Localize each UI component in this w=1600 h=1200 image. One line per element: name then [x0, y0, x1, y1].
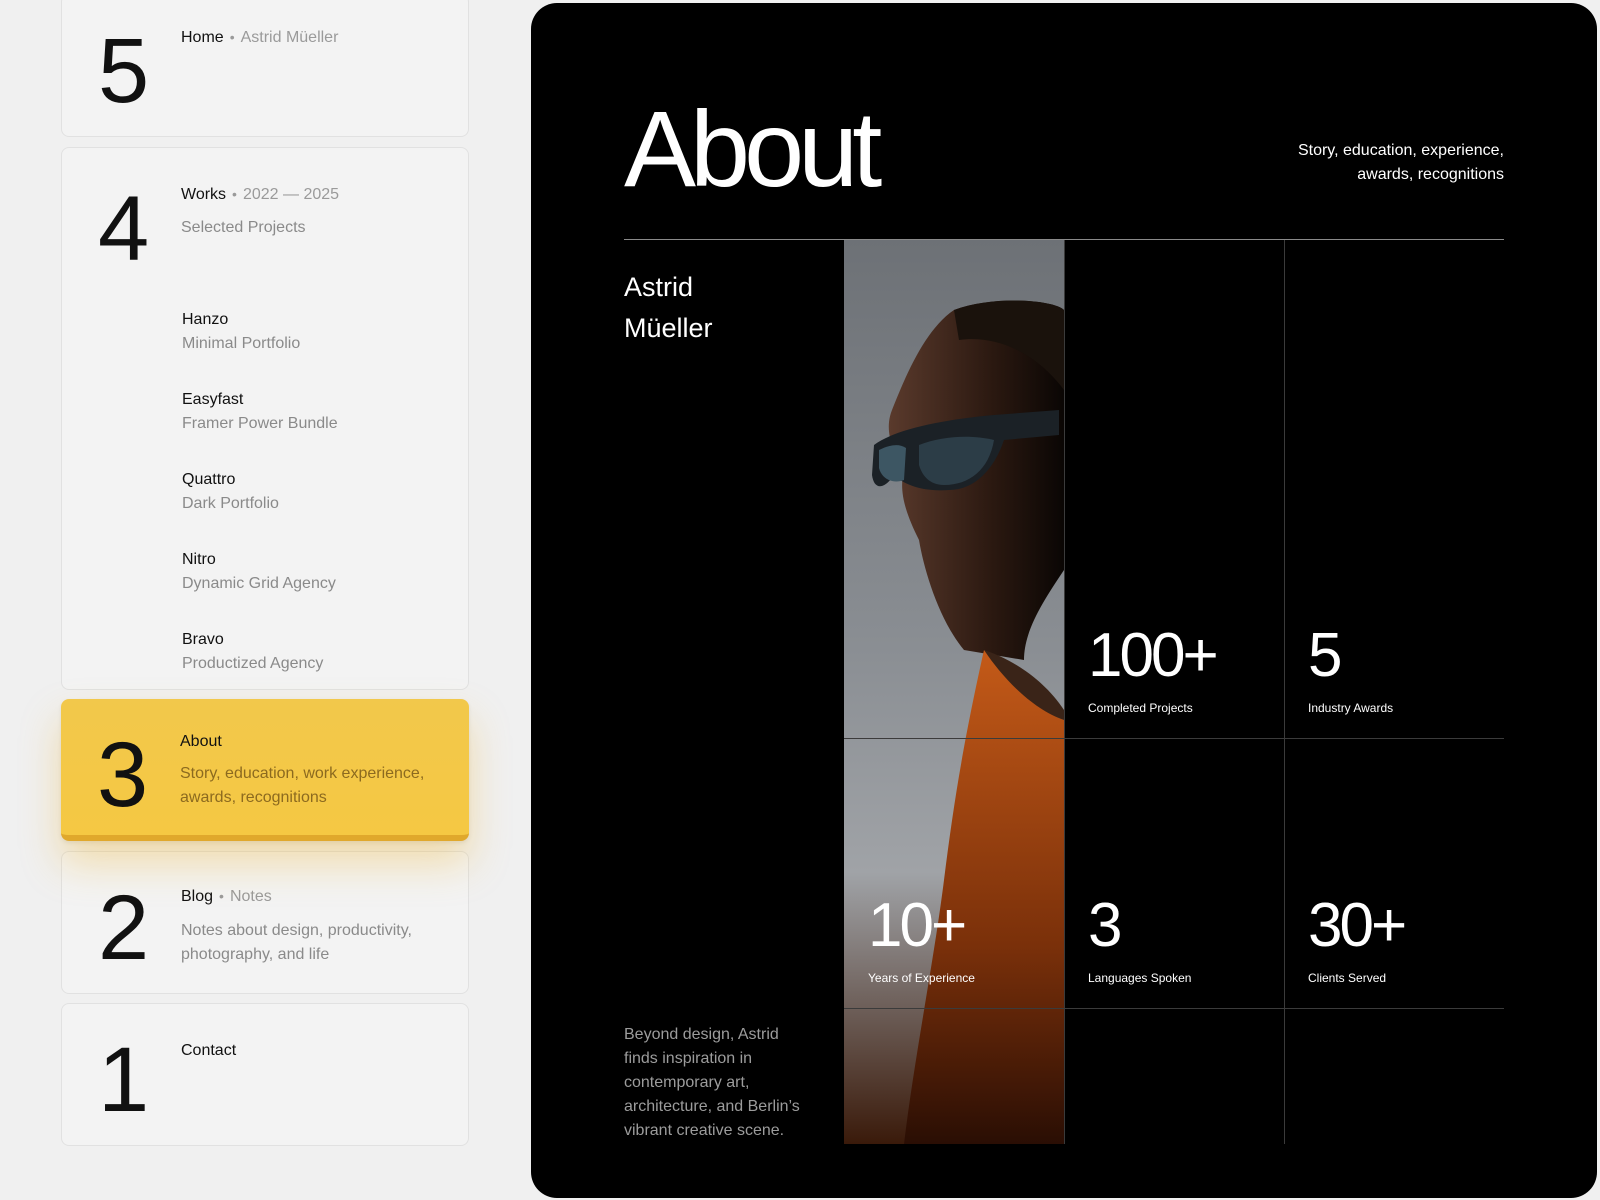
nav-meta: Notes	[229, 888, 272, 905]
separator-dot: •	[229, 29, 235, 45]
project-desc: Minimal Portfolio	[182, 335, 301, 352]
grid-line	[844, 738, 1504, 739]
nav-card-contact[interactable]: 1 Contact	[61, 1003, 469, 1146]
stat-label: Industry Awards	[1308, 701, 1394, 715]
nav-number: 5	[98, 20, 149, 122]
project-name: Quattro	[182, 471, 236, 488]
nav-number: 4	[98, 178, 149, 280]
project-desc: Dark Portfolio	[182, 495, 279, 512]
bio-text: Beyond design, Astrid finds inspiration …	[624, 1026, 800, 1139]
project-link-nitro[interactable]: Nitro Dynamic Grid Agency	[182, 548, 336, 596]
project-link-bravo[interactable]: Bravo Productized Agency	[182, 628, 323, 676]
project-link-easyfast[interactable]: Easyfast Framer Power Bundle	[182, 388, 338, 436]
stat-clients-served: 30+ Clients Served	[1308, 891, 1407, 986]
project-name: Bravo	[182, 631, 224, 648]
project-desc: Productized Agency	[182, 655, 324, 672]
stat-label: Completed Projects	[1088, 701, 1193, 715]
nav-card-home[interactable]: 5 Home • Astrid Müeller	[61, 0, 469, 137]
nav-number: 3	[97, 724, 148, 826]
person-name: Astrid Müeller	[624, 267, 804, 349]
nav-title: Blog	[181, 888, 214, 905]
nav-heading: Works • 2022 — 2025	[181, 186, 339, 204]
nav-desc: Notes about design, productivity, photog…	[181, 922, 412, 963]
nav-heading: Blog • Notes	[181, 888, 272, 906]
project-desc: Framer Power Bundle	[182, 415, 338, 432]
nav-title: Works	[181, 186, 227, 203]
stat-languages-spoken: 3 Languages Spoken	[1088, 891, 1192, 986]
project-link-quattro[interactable]: Quattro Dark Portfolio	[182, 468, 279, 516]
stat-value: 10+	[868, 891, 967, 960]
nav-card-blog[interactable]: 2 Blog • Notes Notes about design, product…	[61, 851, 469, 994]
stat-label: Years of Experience	[868, 971, 975, 985]
nav-title: About	[180, 733, 222, 750]
stat-years-experience: 10+ Years of Experience	[868, 891, 975, 986]
nav-card-about-active[interactable]: 3 About Story, education, work experienc…	[61, 699, 469, 841]
separator-dot: •	[232, 186, 237, 202]
stat-value: 100+	[1088, 621, 1219, 690]
stat-value: 30+	[1308, 891, 1407, 960]
nav-title: Home	[181, 29, 224, 46]
nav-number: 2	[98, 877, 149, 979]
nav-meta: 2022 — 2025	[242, 186, 340, 203]
stat-industry-awards: 5 Industry Awards	[1308, 621, 1394, 716]
stat-completed-projects: 100+ Completed Projects	[1088, 621, 1219, 716]
nav-number: 1	[98, 1029, 149, 1131]
separator-dot: •	[219, 888, 224, 904]
project-name: Hanzo	[182, 311, 229, 328]
stat-label: Clients Served	[1308, 971, 1387, 985]
nav-heading: Contact	[181, 1042, 236, 1060]
project-name: Easyfast	[182, 391, 244, 408]
nav-heading: About	[180, 733, 222, 751]
nav-card-works[interactable]: 4 Works • 2022 — 2025 Selected Projects Ha…	[61, 147, 469, 690]
page-title: About	[624, 88, 882, 209]
name-last: Müeller	[624, 313, 713, 343]
stat-value: 3	[1088, 891, 1122, 960]
project-desc: Dynamic Grid Agency	[182, 575, 336, 592]
grid-line	[844, 1008, 1504, 1009]
nav-title: Contact	[181, 1042, 237, 1059]
stat-value: 5	[1308, 621, 1342, 690]
project-link-hanzo[interactable]: Hanzo Minimal Portfolio	[182, 308, 300, 356]
stat-label: Languages Spoken	[1088, 971, 1192, 985]
page-subtitle: Story, education, experience, awards, re…	[1297, 142, 1504, 183]
about-panel: About Story, education, experience, awar…	[531, 3, 1597, 1198]
project-name: Nitro	[182, 551, 216, 568]
nav-heading: Home • Astrid Müeller	[181, 29, 338, 47]
nav-meta: Astrid Müeller	[240, 29, 339, 46]
name-first: Astrid	[624, 272, 694, 302]
nav-desc: Story, education, work experience, award…	[180, 765, 425, 806]
nav-subtitle: Selected Projects	[181, 219, 306, 236]
